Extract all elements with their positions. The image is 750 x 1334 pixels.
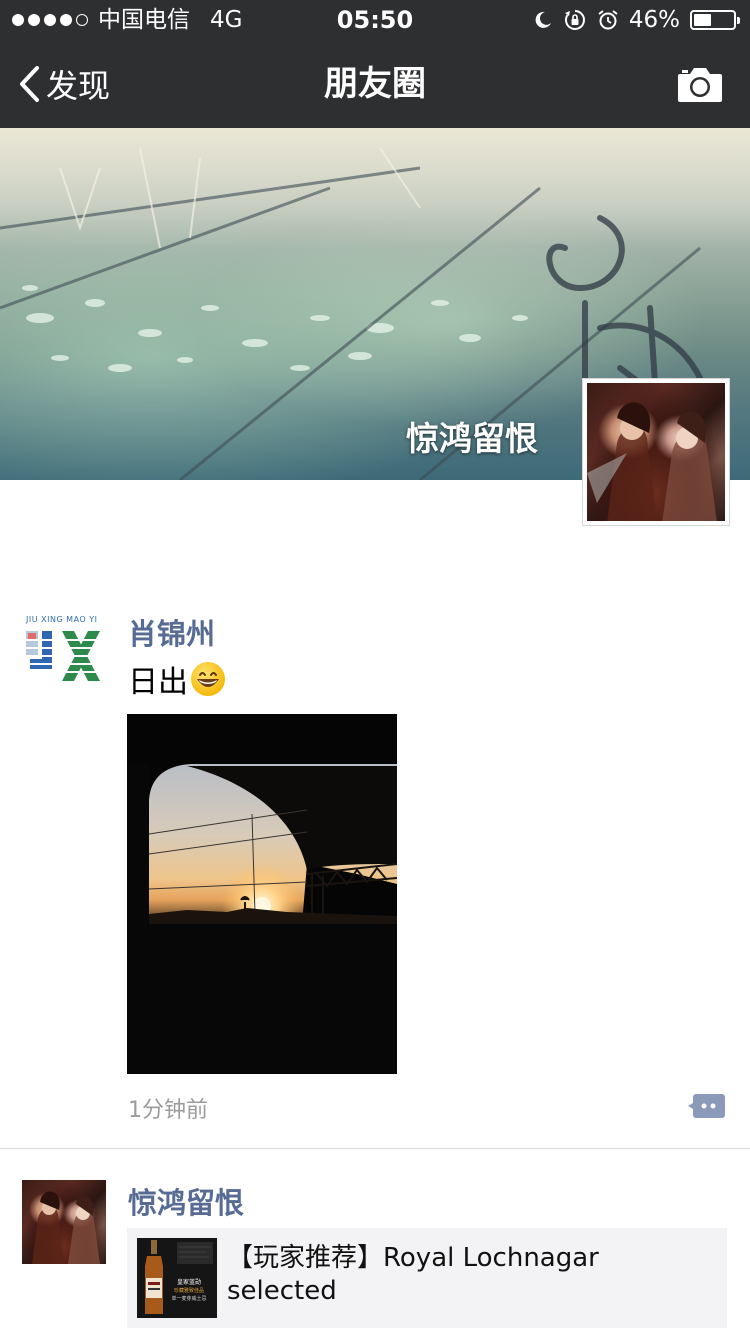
page-title: 朋友圈: [324, 64, 426, 104]
grinning-face-icon: [191, 662, 225, 696]
post-timestamp: 1分钟前: [128, 1098, 208, 1123]
navigation-bar: 发现 朋友圈: [0, 40, 750, 128]
thumb-text-3: 单一麦芽威士忌: [171, 1295, 206, 1302]
status-bar: 中国电信 4G 05:50 46%: [0, 0, 750, 40]
post-avatar[interactable]: [22, 1180, 106, 1264]
shared-link-card[interactable]: 皇家蓝勋 珍藏雅致佳品 单一麦芽威士忌 【玩家推荐】Royal Lochnaga…: [127, 1228, 727, 1328]
top-bar: 中国电信 4G 05:50 46% 发现 朋友圈: [0, 0, 750, 128]
rotation-lock-icon: [564, 10, 585, 30]
battery-percent: 46%: [628, 7, 680, 33]
post-text-content: 日出: [128, 665, 188, 700]
avatar-portrait: [587, 383, 725, 521]
avatar-portrait: [22, 1180, 106, 1264]
post-photo[interactable]: [127, 714, 397, 1074]
camera-icon[interactable]: [676, 64, 724, 104]
battery-icon: [690, 10, 740, 30]
post-author[interactable]: 肖锦州: [128, 611, 215, 653]
post-avatar[interactable]: JIU XING MAO YI: [22, 611, 102, 693]
jx-logo: JIU XING MAO YI: [22, 611, 102, 693]
post-author[interactable]: 惊鸿留恨: [128, 1180, 244, 1222]
status-right: 46%: [533, 0, 740, 40]
post-divider: [0, 1148, 750, 1149]
thumb-text-2: 珍藏雅致佳品: [174, 1287, 204, 1294]
my-avatar[interactable]: [582, 378, 730, 526]
alarm-icon: [598, 10, 618, 30]
cover-username[interactable]: 惊鸿留恨: [406, 412, 538, 460]
shared-link-title: 【玩家推荐】Royal Lochnagar selected: [227, 1243, 599, 1306]
shared-link-thumbnail: 皇家蓝勋 珍藏雅致佳品 单一麦芽威士忌: [137, 1238, 217, 1318]
comment-icon[interactable]: [688, 1092, 726, 1120]
moon-icon: [535, 11, 551, 28]
thumb-text-1: 皇家蓝勋: [177, 1278, 201, 1286]
battery-level: [694, 14, 712, 26]
post-text: 日出: [128, 657, 226, 701]
